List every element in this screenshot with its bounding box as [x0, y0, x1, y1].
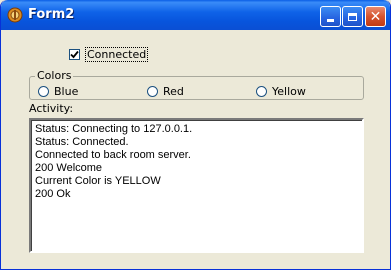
window-title: Form2 [28, 7, 75, 22]
close-button[interactable]: ✕ [365, 6, 386, 27]
log-line: Current Color is YELLOW [35, 175, 161, 187]
radio-circle-icon[interactable] [256, 85, 267, 97]
connected-checkbox[interactable]: Connected [69, 46, 149, 62]
checkmark-icon [70, 50, 79, 58]
colors-groupbox [29, 76, 364, 100]
checkbox-box[interactable] [69, 48, 80, 60]
log-line: 200 Ok [35, 188, 71, 200]
minimize-icon [327, 19, 334, 22]
radio-red[interactable]: Red [147, 84, 184, 98]
maximize-icon [348, 12, 357, 21]
colors-legend: Colors [35, 69, 74, 82]
connected-label: Connected [85, 46, 149, 62]
log-line: 200 Welcome [35, 162, 103, 174]
app-icon[interactable] [7, 7, 23, 23]
title-bar[interactable]: Form2 ✕ [1, 0, 390, 30]
radio-yellow[interactable]: Yellow [256, 84, 306, 98]
log-line: Connected to back room server. [35, 149, 191, 161]
radio-blue[interactable]: Blue [38, 84, 78, 98]
maximize-button[interactable] [342, 6, 363, 27]
radio-yellow-label: Yellow [272, 84, 306, 98]
log-line: Status: Connected. [35, 136, 129, 148]
radio-red-label: Red [163, 84, 184, 98]
activity-label: Activity: [29, 102, 74, 115]
minimize-button[interactable] [320, 6, 341, 27]
radio-blue-label: Blue [54, 84, 79, 98]
log-line: Status: Connecting to 127.0.0.1. [35, 123, 193, 135]
form2-window: Form2 ✕ Connected Colors Blue Red Yellow… [0, 0, 391, 270]
activity-log[interactable]: Status: Connecting to 127.0.0.1. Status:… [29, 118, 364, 253]
radio-circle-icon[interactable] [38, 85, 49, 97]
close-icon: ✕ [369, 8, 382, 25]
radio-circle-icon[interactable] [147, 85, 158, 97]
